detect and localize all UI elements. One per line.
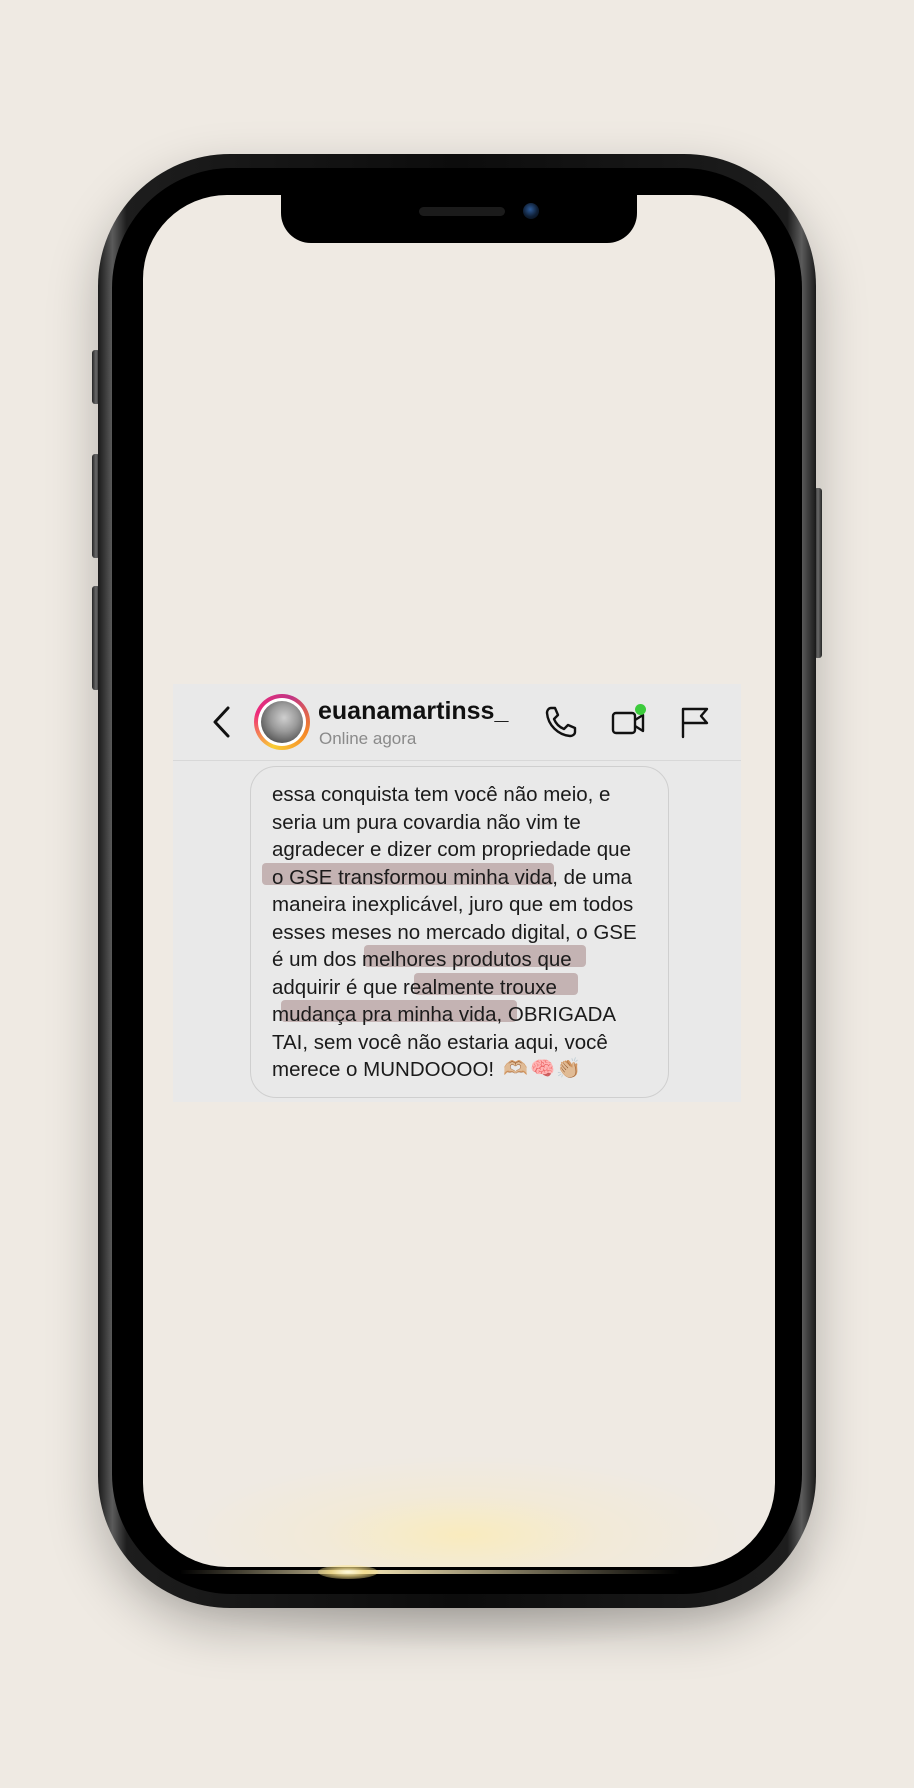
avatar-image [261,701,303,743]
brain-emoji: 🧠 [530,1058,555,1080]
online-status: Online agora [319,729,417,748]
heart-hands-emoji: 🫶🏼 [503,1058,528,1080]
online-indicator-dot [635,704,646,715]
notch [281,195,637,243]
message-bubble: essa conquista tem você não meio, e seri… [250,766,669,1098]
avatar-border [258,698,306,746]
clapping-hands-emoji: 👏🏼 [556,1058,581,1080]
light-glow [183,1455,743,1567]
light-flare-line [180,1570,680,1574]
phone-icon[interactable] [543,704,579,740]
flag-icon[interactable] [677,704,713,740]
front-camera [523,203,539,219]
chat-header: euanamartinss_ Online agora [173,684,741,761]
avatar[interactable] [254,694,310,750]
chat-username[interactable]: euanamartinss_ [318,697,508,726]
earpiece-speaker [419,207,505,216]
message-text: essa conquista tem você não meio, e seri… [272,783,637,1081]
dm-screenshot: euanamartinss_ Online agora essa conquis… [173,684,741,1102]
chevron-left-icon[interactable] [209,704,235,740]
light-flare [318,1565,378,1579]
